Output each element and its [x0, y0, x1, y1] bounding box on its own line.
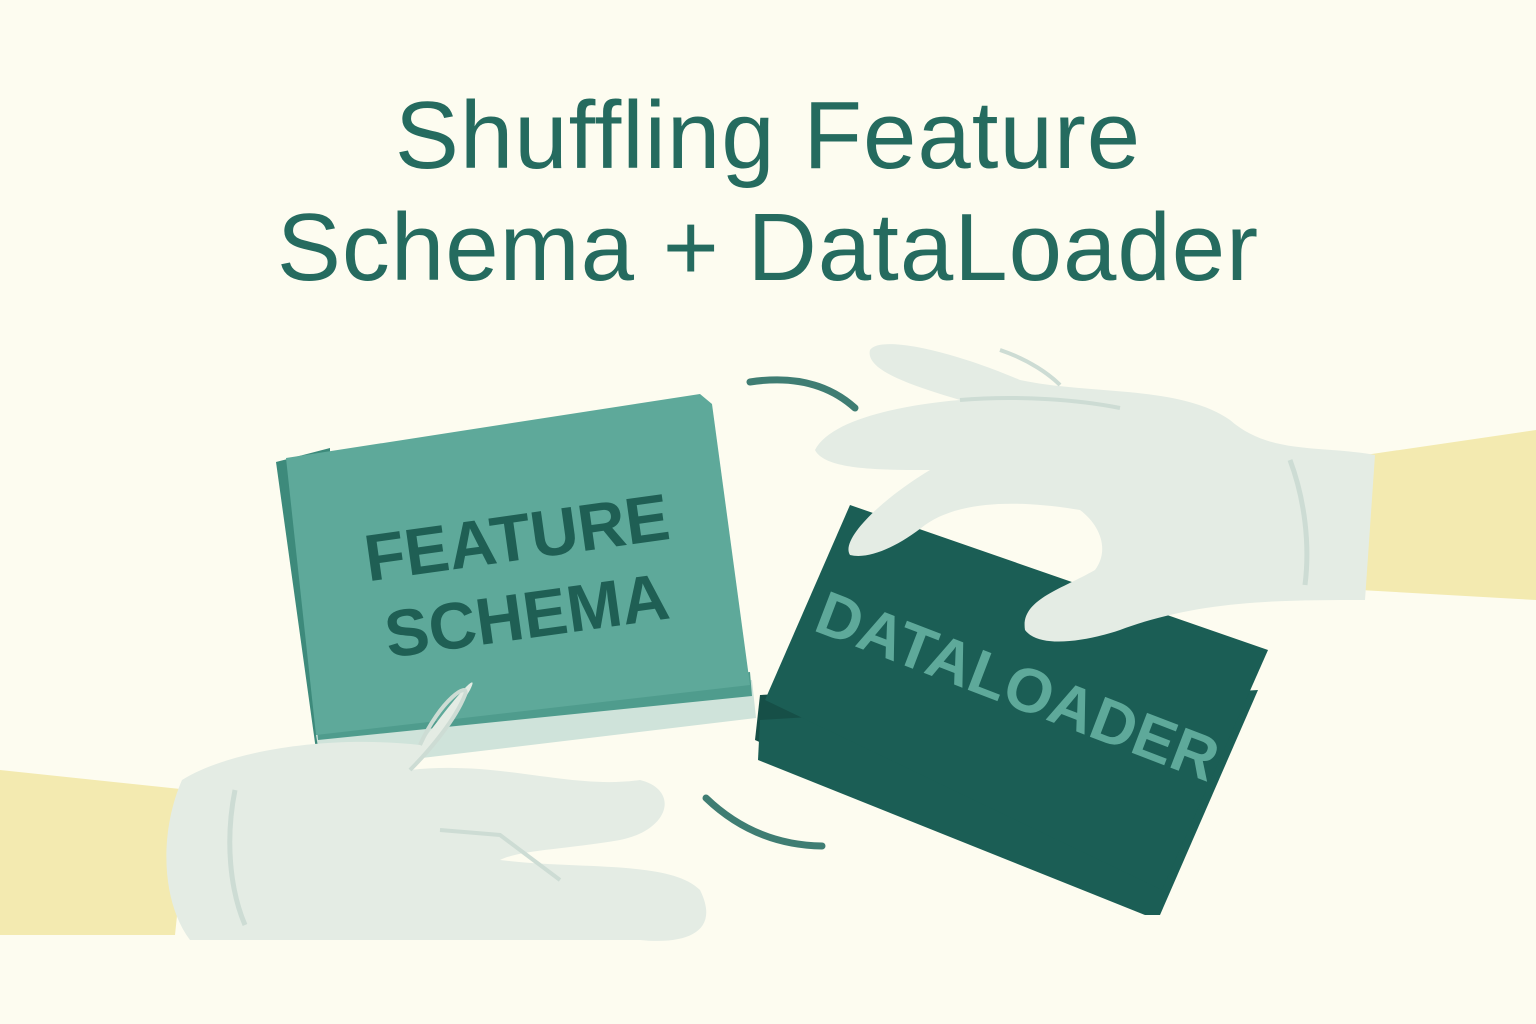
book-exchange-illustration: FEATURE SCHEMA DATALOADER	[0, 344, 1536, 941]
motion-arc-bottom	[702, 794, 826, 850]
right-sleeve	[1360, 430, 1536, 600]
illustration-scene: Shuffling Feature Schema + DataLoader FE…	[0, 0, 1536, 1024]
motion-arc-top	[746, 376, 859, 412]
feature-schema-book: FEATURE SCHEMA	[276, 394, 756, 770]
left-sleeve	[0, 770, 190, 935]
